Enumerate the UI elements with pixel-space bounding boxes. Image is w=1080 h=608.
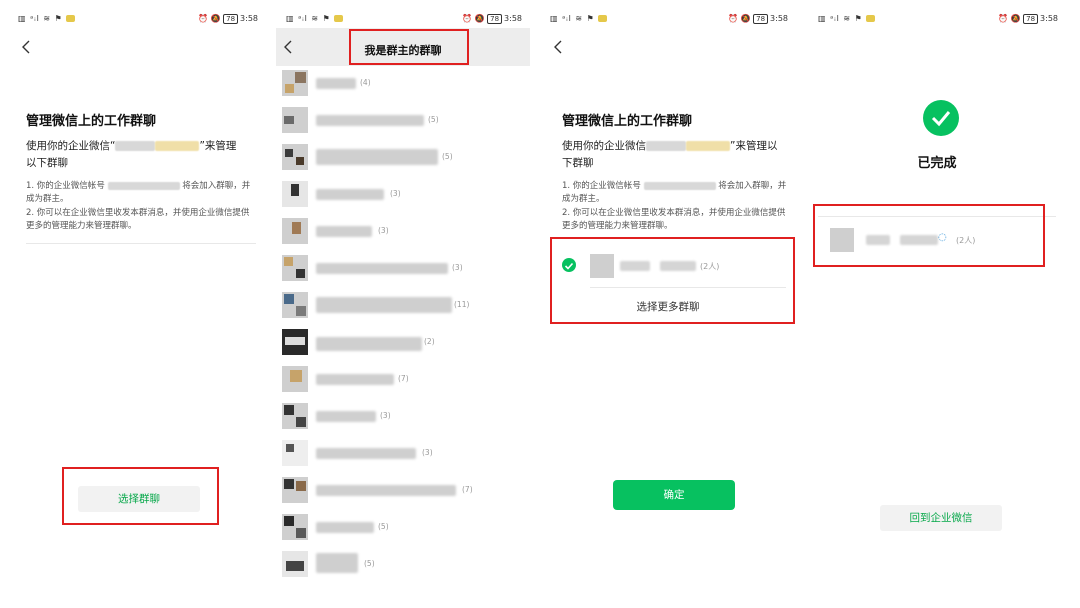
group-row[interactable]: (5) [282,551,522,579]
member-count: (7) [398,374,409,383]
clock: 3:58 [504,14,522,23]
info-list: 1. 你的企业微信帐号 将会加入群聊，并成为群主。 2. 你可以在企业微信里收发… [562,180,790,234]
back-button[interactable] [18,38,36,56]
group-avatar [282,107,308,133]
page-title: 管理微信上的工作群聊 [562,114,693,129]
page-title: 管理微信上的工作群聊 [26,114,157,129]
group-row[interactable]: (5) [282,514,522,542]
battery-icon: 78 [1023,14,1039,24]
member-count: (5) [442,152,453,161]
alarm-icon: ⏰ 🔕 [998,14,1024,23]
info-item-1: 1. 你的企业微信帐号 将会加入群聊，并成为群主。 [562,181,787,204]
info-item-2: 2. 你可以在企业微信里收发本群消息，并使用企业微信提供更多的管理能力来管理群聊… [26,208,250,231]
member-count: (3) [452,263,463,272]
group-avatar [282,292,308,318]
member-count: (3) [390,189,401,198]
alarm-icon: ⏰ 🔕 [728,14,754,23]
group-avatar [282,514,308,540]
group-avatar [282,181,308,207]
group-row[interactable]: (3) [282,440,522,468]
member-count: (5) [378,522,389,531]
group-row[interactable]: (5) [282,107,522,135]
group-row[interactable]: (7) [282,477,522,505]
member-count: (4) [360,78,371,87]
status-bar: ▥ ᵃᵢl ≋ ⚑ ⏰ 🔕 78 3:58 [540,12,796,28]
alarm-icon: ⏰ 🔕 [198,14,224,23]
highlight-group [813,204,1045,267]
chevron-left-icon [22,40,30,54]
success-icon [923,100,959,136]
group-avatar [282,70,308,96]
member-count: (7) [462,485,473,494]
member-count: (5) [364,559,375,568]
group-row[interactable]: (2) [282,329,522,357]
divider [26,243,256,244]
screen-group-list: ▥ ᵃᵢl ≋ ⚑ ⏰ 🔕 78 3:58 我是群主的群聊 (4) (5) (5)… [276,0,530,600]
status-bar: ▥ ᵃᵢl ≋ ⚑ ⏰ 🔕 78 3:58 [8,12,266,28]
member-count: (5) [428,115,439,124]
highlight-selection [550,237,795,324]
screen-completed: ▥ ᵃᵢl ≋ ⚑ ⏰ 🔕 78 3:58 已完成 ◌ (2人) 回到企业微信 [808,0,1066,600]
group-avatar [282,551,308,577]
signal-icon: ▥ ᵃᵢl ≋ ⚑ [286,14,343,23]
chevron-left-icon [554,40,562,54]
status-bar: ▥ ᵃᵢl ≋ ⚑ ⏰ 🔕 78 3:58 [276,12,530,28]
member-count: (2) [424,337,435,346]
signal-icon: ▥ ᵃᵢl ≋ ⚑ [818,14,875,23]
member-count: (11) [454,300,470,309]
group-row[interactable]: (3) [282,255,522,283]
group-row[interactable]: (5) [282,144,522,172]
confirm-button[interactable]: 确定 [613,480,735,510]
group-avatar [282,440,308,466]
battery-icon: 78 [753,14,769,24]
battery-icon: 78 [487,14,503,24]
page-description: 使用你的企业微信 ”来管理以下群聊 [562,140,778,169]
group-row[interactable]: (3) [282,181,522,209]
info-list: 1. 你的企业微信帐号 将会加入群聊，并成为群主。 2. 你可以在企业微信里收发… [26,180,254,234]
clock: 3:58 [240,14,258,23]
group-row[interactable]: (4) [282,70,522,98]
group-avatar [282,218,308,244]
highlight-title [349,29,469,65]
info-item-2: 2. 你可以在企业微信里收发本群消息，并使用企业微信提供更多的管理能力来管理群聊… [562,208,786,231]
alarm-icon: ⏰ 🔕 [462,14,488,23]
battery-icon: 78 [223,14,239,24]
member-count: (3) [380,411,391,420]
page-description: 使用你的企业微信“ ”来管理以下群聊 [26,140,237,169]
highlight-select-button [62,467,219,525]
group-row[interactable]: (11) [282,292,522,320]
member-count: (3) [422,448,433,457]
group-avatar [282,144,308,170]
group-avatar [282,477,308,503]
back-to-wecom-button[interactable]: 回到企业微信 [880,505,1002,531]
signal-icon: ▥ ᵃᵢl ≋ ⚑ [18,14,75,23]
group-avatar [282,366,308,392]
member-count: (3) [378,226,389,235]
group-avatar [282,255,308,281]
clock: 3:58 [1040,14,1058,23]
info-item-1: 1. 你的企业微信帐号 将会加入群聊，并成为群主。 [26,181,251,204]
group-row[interactable]: (7) [282,366,522,394]
group-avatar [282,403,308,429]
done-title: 已完成 [917,156,957,171]
signal-icon: ▥ ᵃᵢl ≋ ⚑ [550,14,607,23]
back-button[interactable] [550,38,568,56]
group-row[interactable]: (3) [282,218,522,246]
group-row[interactable]: (3) [282,403,522,431]
clock: 3:58 [770,14,788,23]
status-bar: ▥ ᵃᵢl ≋ ⚑ ⏰ 🔕 78 3:58 [808,12,1066,28]
group-avatar [282,329,308,355]
